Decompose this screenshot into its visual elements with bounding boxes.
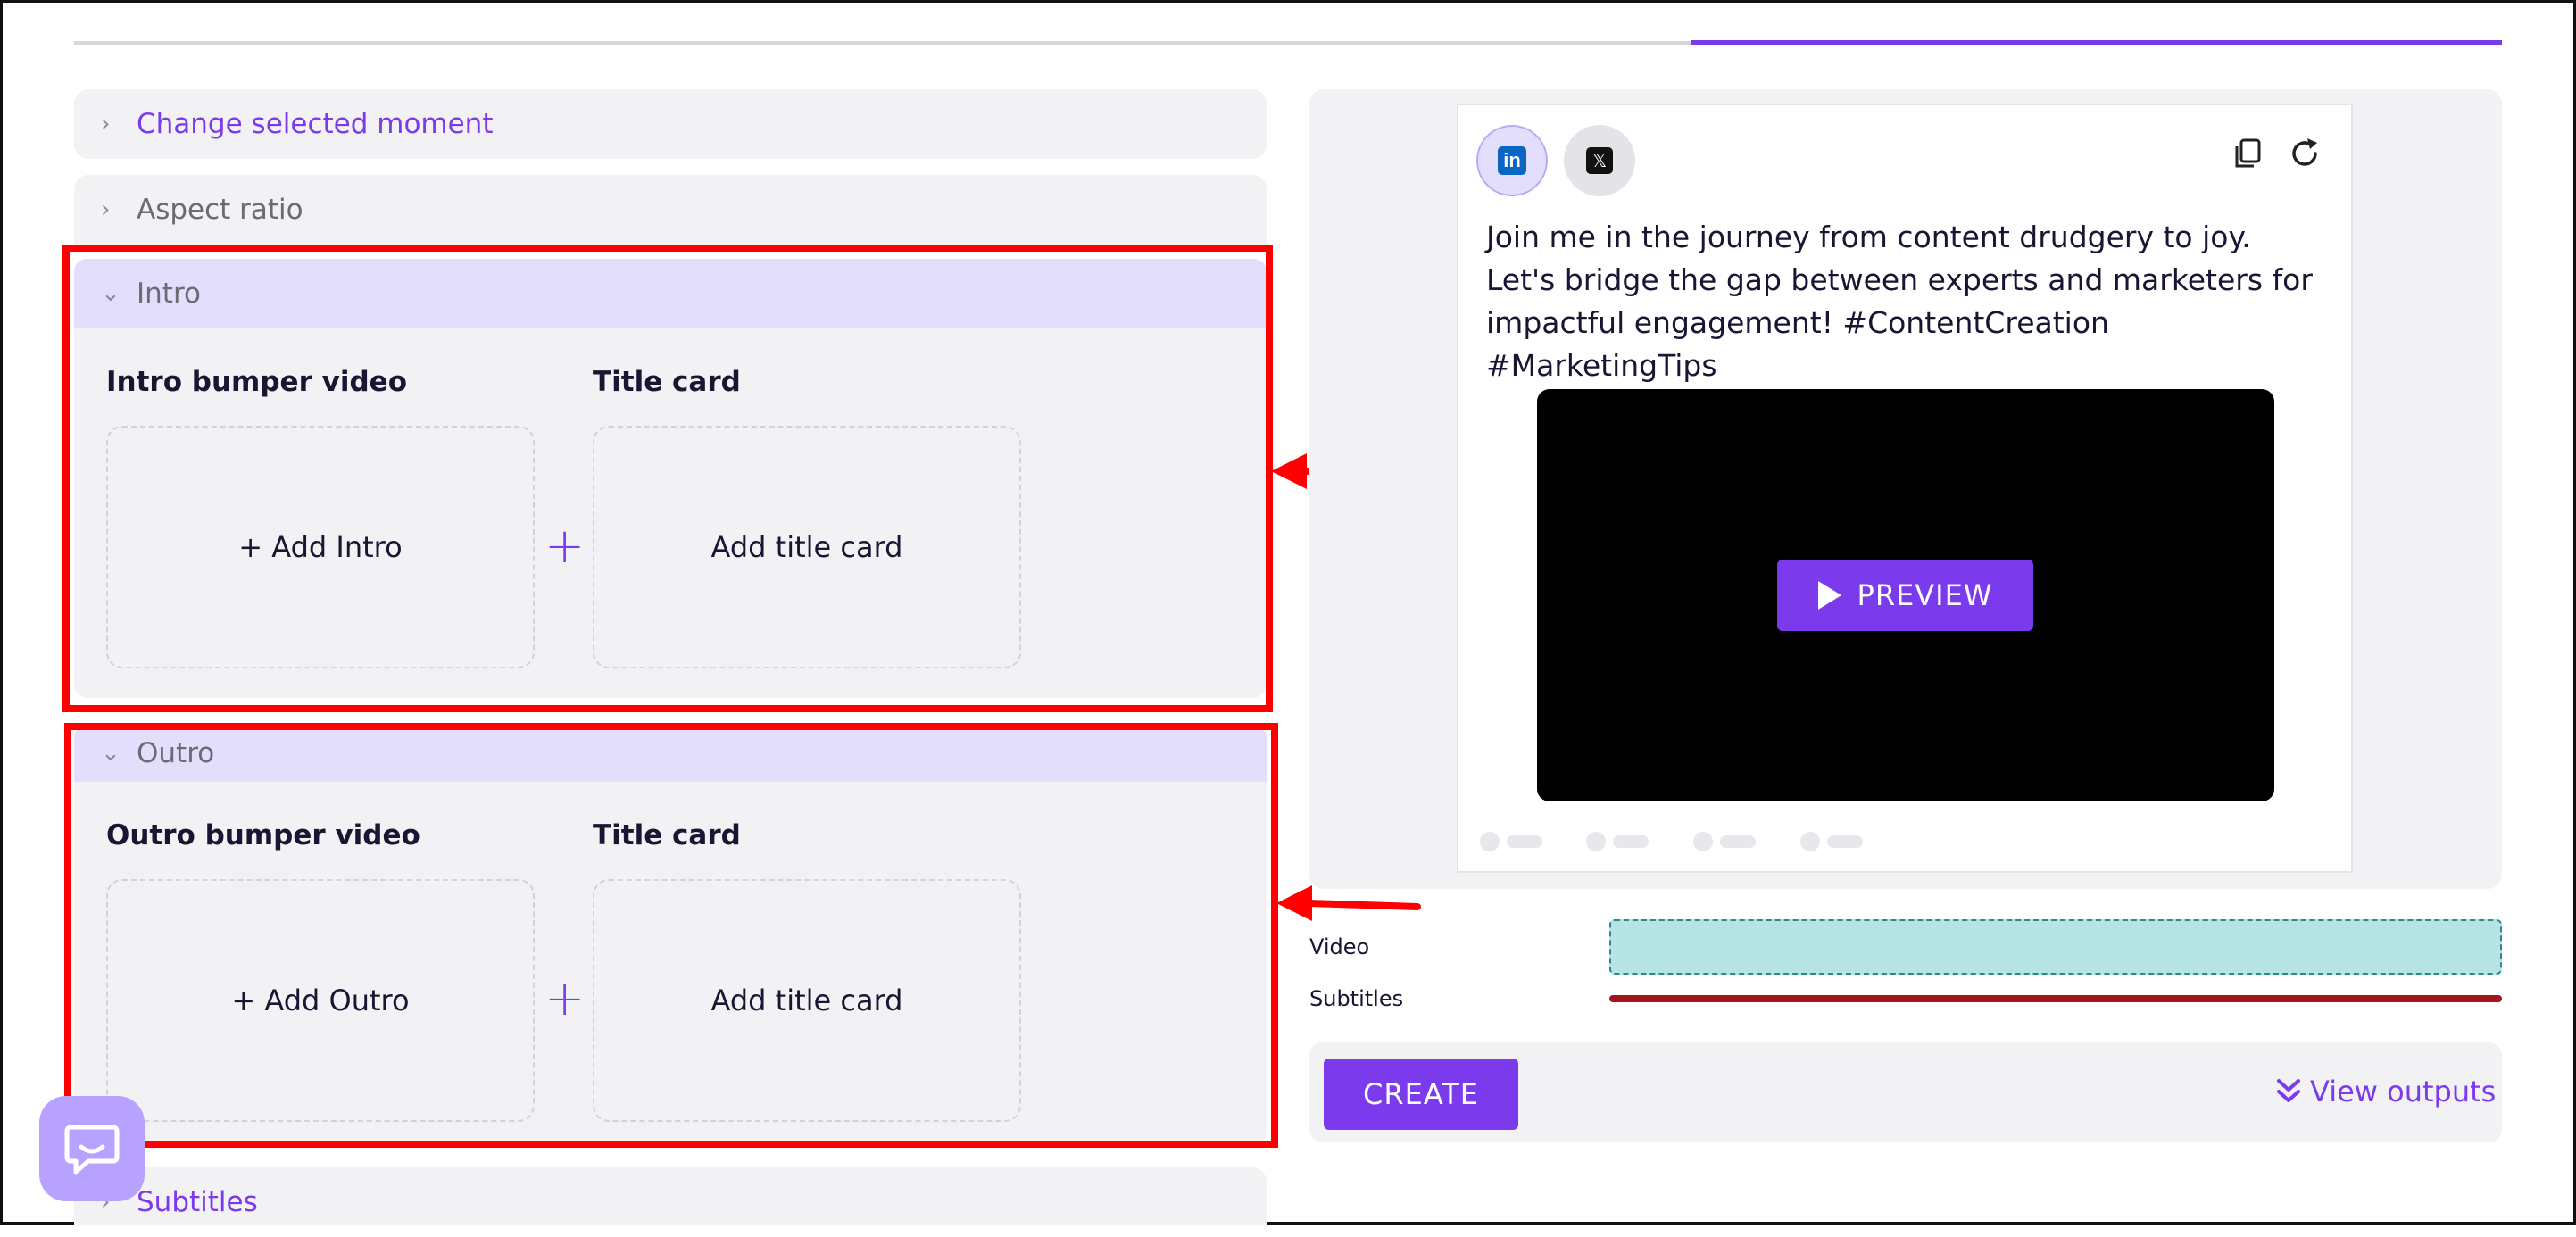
play-icon — [1817, 581, 1841, 610]
placeholder-dot — [1800, 832, 1820, 851]
placeholder-dot — [1586, 832, 1606, 851]
intro-highlight-box — [62, 245, 1273, 712]
aspect-ratio-section[interactable]: › Aspect ratio — [74, 175, 1267, 245]
linkedin-button[interactable]: in — [1476, 125, 1548, 196]
placeholder-dash — [1613, 835, 1649, 848]
double-chevron-down-icon — [2277, 1079, 2300, 1102]
preview-button[interactable]: PREVIEW — [1777, 560, 2033, 631]
chevron-right-icon: › — [101, 196, 111, 223]
subtitles-label: Subtitles — [137, 1186, 258, 1218]
change-moment-section[interactable]: › Change selected moment — [74, 89, 1267, 159]
linkedin-icon: in — [1498, 146, 1526, 175]
copy-button[interactable] — [2228, 134, 2267, 173]
chat-icon — [64, 1125, 120, 1175]
create-button[interactable]: CREATE — [1324, 1059, 1518, 1130]
video-track[interactable] — [1609, 919, 2502, 975]
refresh-icon — [2292, 138, 2317, 166]
aspect-ratio-label: Aspect ratio — [137, 194, 303, 226]
outro-highlight-box — [64, 723, 1278, 1148]
preview-button-label: PREVIEW — [1857, 578, 1993, 612]
x-icon: 𝕏 — [1586, 147, 1613, 174]
placeholder-dot — [1693, 832, 1713, 851]
placeholder-dash — [1827, 835, 1863, 848]
subtitles-track-label: Subtitles — [1309, 986, 1404, 1011]
chat-widget-button[interactable] — [39, 1096, 145, 1201]
copy-icon — [2235, 138, 2261, 168]
subtitles-track[interactable] — [1609, 995, 2502, 1002]
subtitles-section[interactable]: › Subtitles — [74, 1167, 1267, 1225]
chevron-right-icon: › — [101, 111, 111, 137]
progress-active-segment — [1691, 40, 2502, 45]
placeholder-dot — [1480, 832, 1500, 851]
change-moment-label: Change selected moment — [137, 108, 494, 140]
video-track-label: Video — [1309, 934, 1370, 959]
post-text: Join me in the journey from content drud… — [1486, 220, 2313, 383]
placeholder-dash — [1507, 835, 1542, 848]
view-outputs-link[interactable]: View outputs — [2274, 1075, 2496, 1108]
x-button[interactable]: 𝕏 — [1564, 125, 1635, 196]
view-outputs-label: View outputs — [2310, 1075, 2497, 1108]
placeholder-dash — [1720, 835, 1756, 848]
refresh-button[interactable] — [2285, 134, 2324, 173]
